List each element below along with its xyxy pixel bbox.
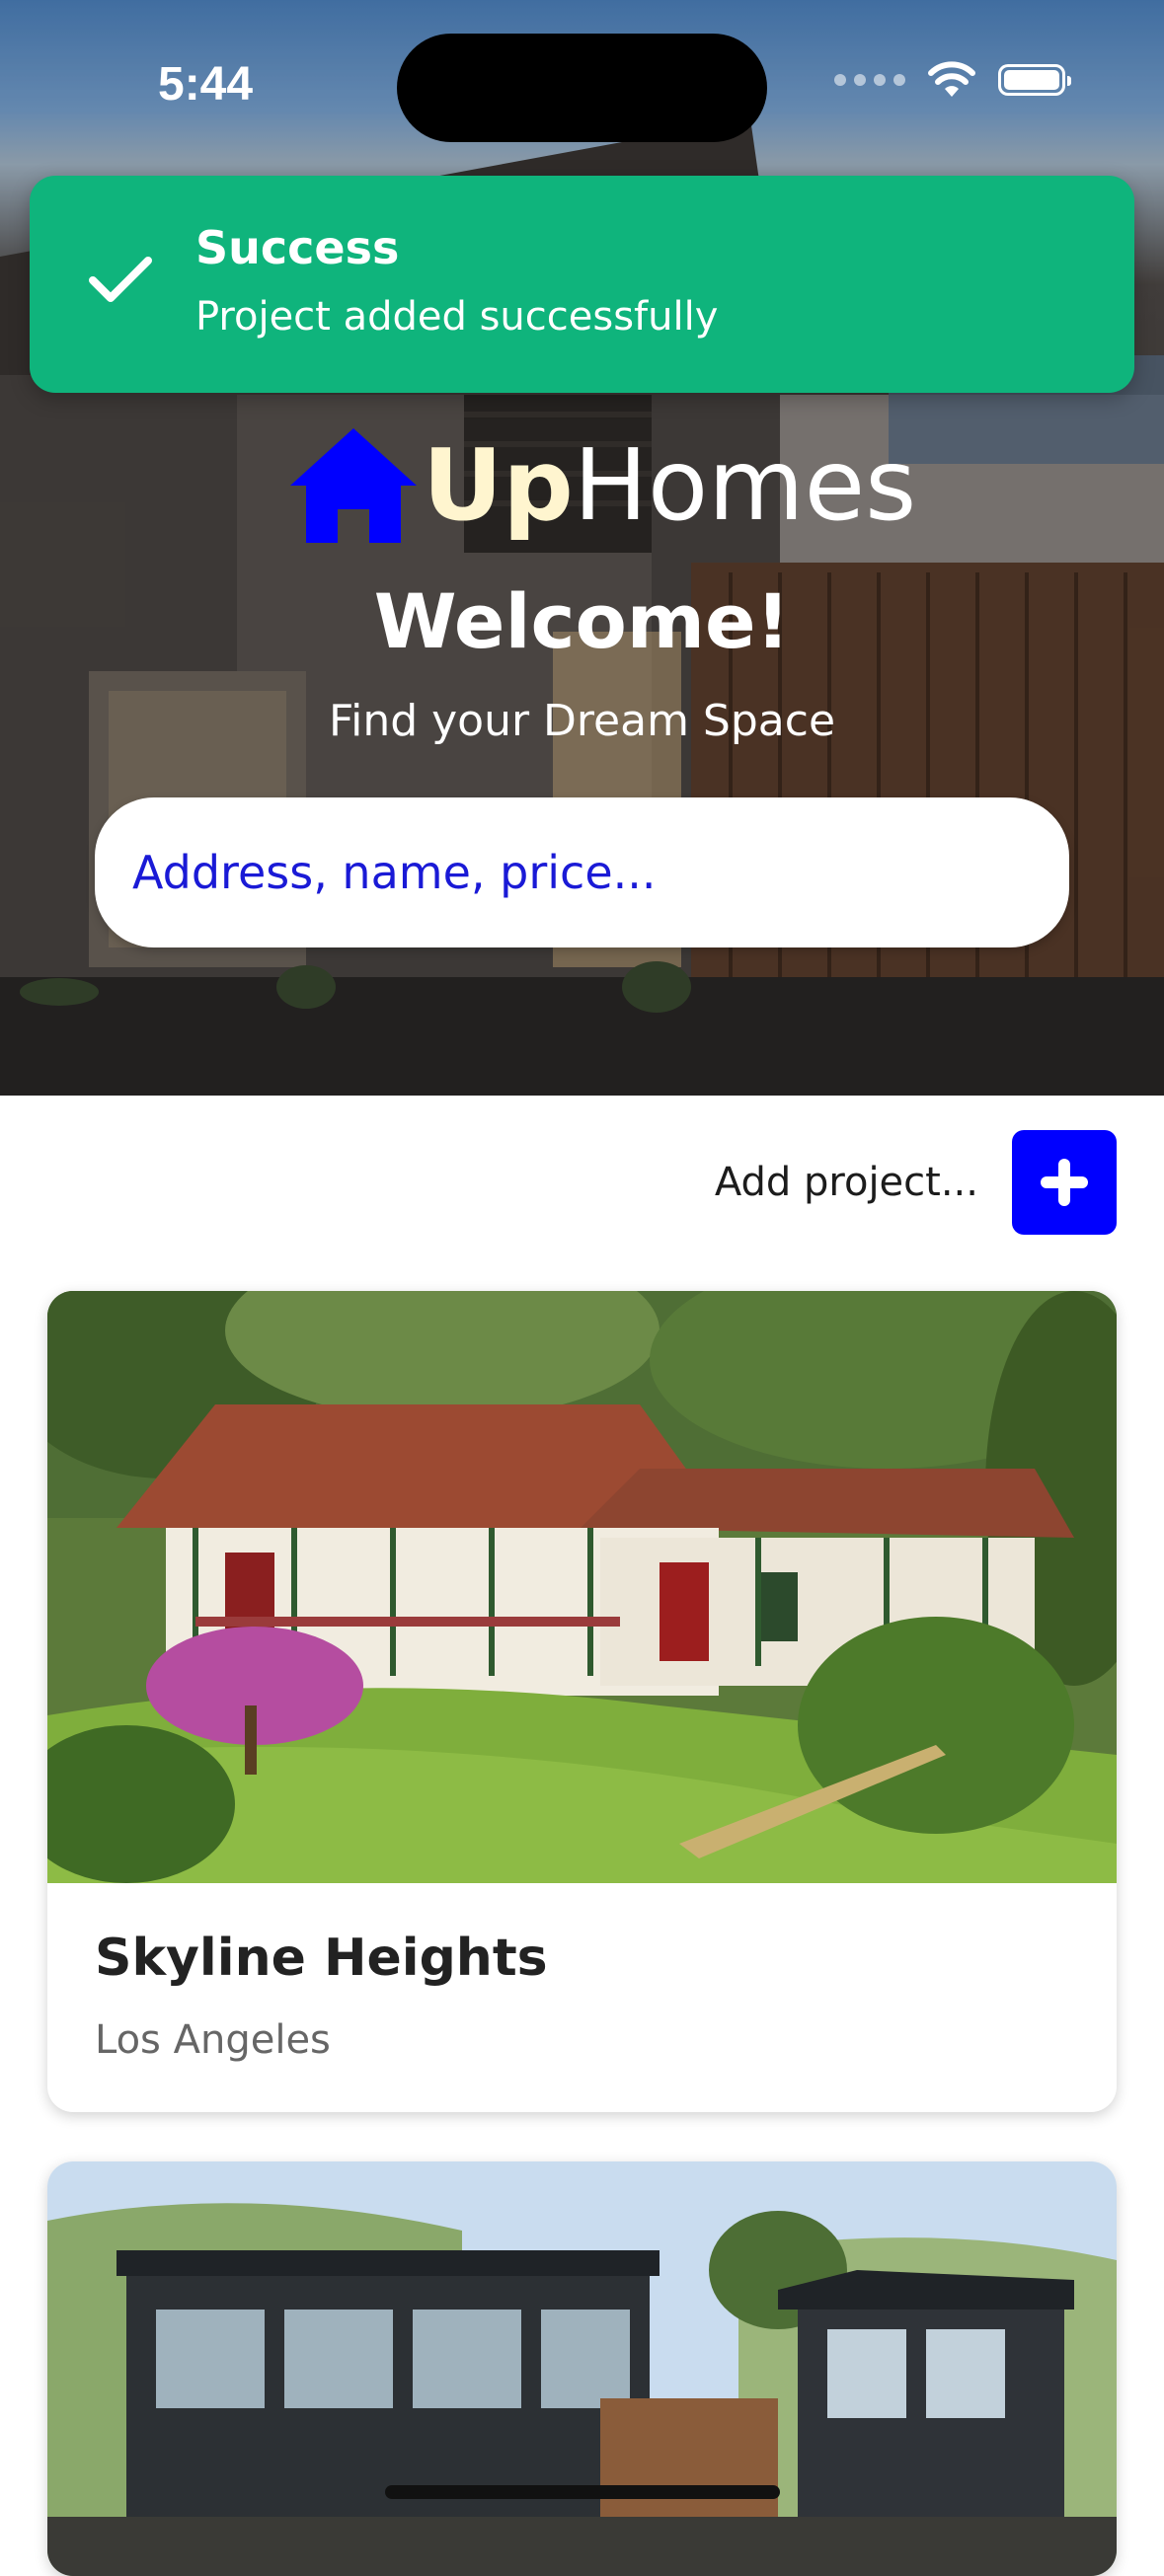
checkmark-icon [89,257,152,302]
project-title: Skyline Heights [95,1929,548,1988]
home-indicator[interactable] [385,2485,780,2499]
search-placeholder: Address, name, price... [132,846,657,899]
project-image [47,1291,1117,1883]
project-card[interactable] [47,2161,1117,2576]
brand-logo: Up Homes [286,424,916,547]
tagline: Find your Dream Space [328,696,836,746]
add-project-button[interactable] [1012,1130,1117,1235]
status-icons [834,61,1071,99]
status-time: 5:44 [158,58,254,111]
add-project-row: Add project... [715,1130,1117,1235]
house-icon [290,428,417,543]
toast-message: Project added successfully [195,294,719,340]
toast-title: Success [195,221,400,274]
battery-icon [998,64,1071,96]
project-location: Los Angeles [95,2017,331,2063]
wifi-icon [928,61,975,97]
project-card[interactable]: Skyline Heights Los Angeles [47,1291,1117,2112]
plus-icon [1041,1159,1088,1206]
search-input[interactable]: Address, name, price... [95,797,1069,947]
cellular-signal-icon [834,74,905,86]
add-project-label: Add project... [714,1160,978,1205]
brand-name-homes: Homes [573,427,917,543]
brand-name-up: Up [423,427,574,543]
hero-banner: 5:44 Up Homes Welcome! Find your Dream S… [0,0,1164,1096]
dynamic-island [397,34,767,142]
welcome-heading: Welcome! [373,577,791,665]
success-toast[interactable]: Success Project added successfully [30,176,1134,393]
project-image [47,2161,1117,2576]
